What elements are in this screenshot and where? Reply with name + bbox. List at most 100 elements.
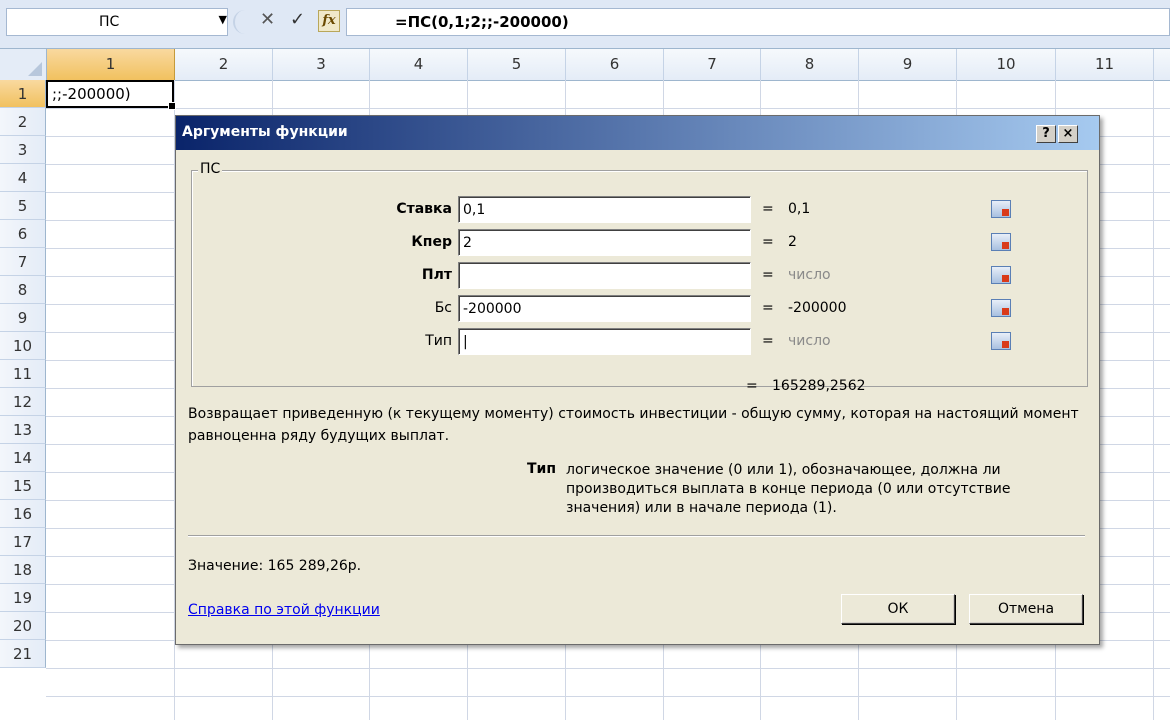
column-header[interactable]: 2 xyxy=(175,49,273,80)
row-header[interactable]: 15 xyxy=(0,472,46,500)
argument-row: Кпер 2 = 2 xyxy=(192,229,1087,256)
collapse-dialog-icon[interactable] xyxy=(991,200,1011,218)
close-button[interactable]: × xyxy=(1058,125,1078,143)
grid-line xyxy=(46,668,1170,669)
argument-row: Бс -200000 = -200000 xyxy=(192,295,1087,322)
group-legend: ПС xyxy=(198,161,223,177)
argument-result: число xyxy=(788,267,831,283)
column-headers: 1 2 3 4 5 6 7 8 9 10 11 xyxy=(0,49,1170,81)
column-header[interactable]: 7 xyxy=(664,49,761,80)
dialog-title: Аргументы функции xyxy=(182,124,348,140)
help-button[interactable]: ? xyxy=(1036,125,1056,143)
row-header[interactable]: 19 xyxy=(0,584,46,612)
name-box-value: ПС xyxy=(99,14,120,30)
collapse-dialog-icon[interactable] xyxy=(991,233,1011,251)
confirm-entry-icon[interactable]: ✓ xyxy=(290,9,305,30)
argument-label: Ставка xyxy=(396,201,452,217)
cancel-entry-icon[interactable]: ✕ xyxy=(260,9,275,30)
grid-line xyxy=(46,108,1170,109)
column-header[interactable]: 11 xyxy=(1056,49,1154,80)
row-header[interactable]: 3 xyxy=(0,136,46,164)
collapse-dialog-icon[interactable] xyxy=(991,332,1011,350)
argument-input-nper[interactable]: 2 xyxy=(458,229,1011,256)
argument-result: -200000 xyxy=(788,300,847,316)
formula-text: =ПС(0,1;2;;-200000) xyxy=(395,13,569,31)
column-header[interactable]: 9 xyxy=(859,49,957,80)
cancel-button[interactable]: Отмена xyxy=(969,594,1083,624)
equals-sign: = xyxy=(762,267,774,283)
argument-result: 2 xyxy=(788,234,797,250)
argument-row: Тип | = число xyxy=(192,328,1087,355)
equals-sign: = xyxy=(762,201,774,217)
parameter-name: Тип xyxy=(526,461,556,477)
column-header[interactable]: 5 xyxy=(468,49,566,80)
argument-input-pmt[interactable] xyxy=(458,262,1011,289)
row-header[interactable]: 10 xyxy=(0,332,46,360)
dialog-titlebar[interactable]: Аргументы функции ? × xyxy=(176,116,1099,150)
argument-row: Плт = число xyxy=(192,262,1087,289)
row-header[interactable]: 7 xyxy=(0,248,46,276)
parameter-description: логическое значение (0 или 1), обозначаю… xyxy=(566,462,1011,516)
row-header[interactable]: 8 xyxy=(0,276,46,304)
argument-input-type[interactable]: | xyxy=(458,328,1011,355)
chevron-down-icon[interactable]: ▼ xyxy=(219,13,227,26)
row-header[interactable]: 1 xyxy=(0,80,46,108)
argument-value: -200000 xyxy=(463,301,522,317)
row-header[interactable]: 18 xyxy=(0,556,46,584)
argument-label: Плт xyxy=(421,267,452,283)
grid-line xyxy=(46,696,1170,697)
column-header[interactable]: 6 xyxy=(566,49,664,80)
row-header[interactable]: 21 xyxy=(0,640,46,668)
active-cell-text: ;;-200000) xyxy=(52,85,131,103)
select-all-button[interactable] xyxy=(0,49,47,80)
argument-result: 0,1 xyxy=(788,201,811,217)
column-header[interactable]: 1 xyxy=(47,49,175,80)
divider xyxy=(188,535,1085,536)
row-header[interactable]: 4 xyxy=(0,164,46,192)
argument-input-rate[interactable]: 0,1 xyxy=(458,196,1011,223)
argument-label: Кпер xyxy=(411,234,452,250)
row-header[interactable]: 11 xyxy=(0,360,46,388)
argument-value: 2 xyxy=(463,235,472,251)
row-header[interactable]: 6 xyxy=(0,220,46,248)
total-equals-sign: = xyxy=(746,378,758,394)
collapse-dialog-icon[interactable] xyxy=(991,299,1011,317)
row-header[interactable]: 9 xyxy=(0,304,46,332)
formula-bar-separator xyxy=(233,10,247,34)
column-header[interactable]: 3 xyxy=(273,49,370,80)
insert-function-button[interactable]: fx xyxy=(318,10,340,32)
argument-result: число xyxy=(788,333,831,349)
fill-handle[interactable] xyxy=(168,102,176,110)
row-header[interactable]: 5 xyxy=(0,192,46,220)
formula-value: Значение: 165 289,26р. xyxy=(188,558,362,574)
row-header[interactable]: 12 xyxy=(0,388,46,416)
equals-sign: = xyxy=(762,300,774,316)
active-cell[interactable]: ;;-200000) xyxy=(46,80,176,110)
argument-value: | xyxy=(463,334,468,350)
row-header[interactable]: 20 xyxy=(0,612,46,640)
name-box[interactable]: ПС ▼ xyxy=(6,8,228,36)
ok-button[interactable]: ОК xyxy=(841,594,955,624)
formula-bar: ПС ▼ ✕ ✓ fx =ПС(0,1;2;;-200000) xyxy=(0,0,1170,49)
row-header[interactable]: 17 xyxy=(0,528,46,556)
function-arguments-dialog: Аргументы функции ? × ПС Ставка 0,1 = 0,… xyxy=(175,115,1100,645)
row-header[interactable]: 2 xyxy=(0,108,46,136)
grid-line xyxy=(1153,80,1154,720)
column-header[interactable]: 10 xyxy=(957,49,1056,80)
row-header[interactable]: 16 xyxy=(0,500,46,528)
argument-row: Ставка 0,1 = 0,1 xyxy=(192,196,1087,223)
function-description: Возвращает приведенную (к текущему момен… xyxy=(188,406,1079,444)
function-help-link[interactable]: Справка по этой функции xyxy=(188,602,380,618)
argument-input-fv[interactable]: -200000 xyxy=(458,295,1011,322)
row-header[interactable]: 14 xyxy=(0,444,46,472)
equals-sign: = xyxy=(762,333,774,349)
column-header[interactable]: 8 xyxy=(761,49,859,80)
arguments-group: ПС Ставка 0,1 = 0,1 Кпер 2 = 2 Плт = чис… xyxy=(191,161,1088,387)
row-header[interactable]: 13 xyxy=(0,416,46,444)
equals-sign: = xyxy=(762,234,774,250)
total-result: 165289,2562 xyxy=(772,378,866,394)
collapse-dialog-icon[interactable] xyxy=(991,266,1011,284)
column-header[interactable]: 4 xyxy=(370,49,468,80)
argument-label: Бс xyxy=(434,300,452,316)
formula-input[interactable]: =ПС(0,1;2;;-200000) xyxy=(346,8,1170,36)
